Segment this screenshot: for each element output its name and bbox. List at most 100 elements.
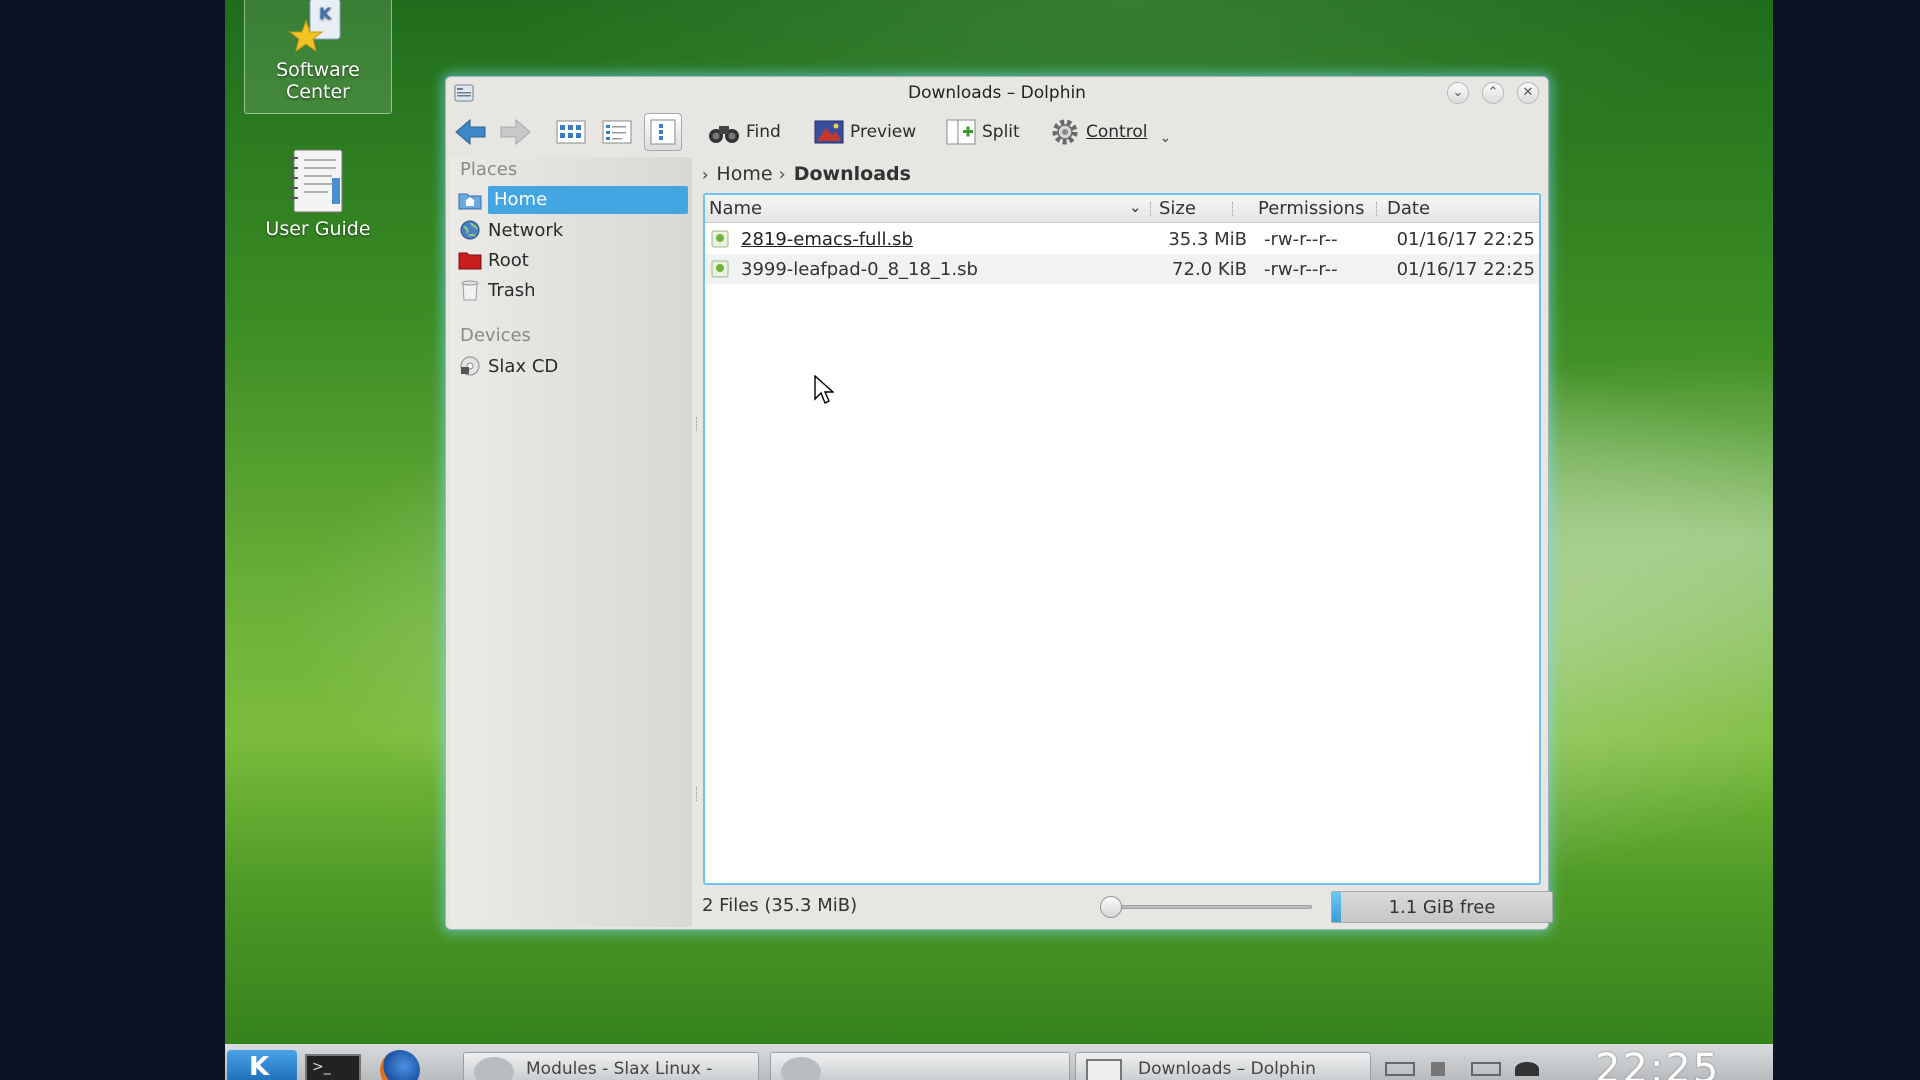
file-date: 01/16/17 22:25	[1396, 229, 1535, 250]
file-name[interactable]: 2819-emacs-full.sb	[741, 229, 913, 250]
table-row[interactable]: 3999-leafpad-0_8_18_1.sb 72.0 KiB -rw-r-…	[705, 254, 1539, 284]
forward-button[interactable]	[498, 117, 532, 147]
desktop: K Software Center User Guide Downloads –…	[225, 0, 1773, 1080]
mouse-cursor-icon	[814, 374, 835, 409]
svg-text:K: K	[319, 4, 332, 23]
split-button[interactable]: Split	[946, 115, 1020, 149]
terminal-launcher[interactable]: >_	[305, 1054, 361, 1080]
user-guide-icon	[288, 148, 348, 214]
dolphin-window: Downloads – Dolphin ⌄ ⌃ ✕ Find Preview S…	[445, 76, 1553, 930]
details-view-icon	[650, 119, 676, 145]
keyboard-icon[interactable]	[1385, 1062, 1415, 1076]
split-icon	[946, 119, 976, 145]
desktop-icon-user-guide[interactable]: User Guide	[244, 148, 392, 240]
control-label: Control	[1086, 122, 1148, 142]
taskbar-task-browser[interactable]	[770, 1052, 1070, 1080]
package-file-icon	[711, 260, 729, 283]
software-center-icon: K	[288, 0, 348, 55]
places-item-home[interactable]: Home	[458, 186, 688, 214]
firefox-launcher[interactable]	[380, 1050, 420, 1080]
split-label: Split	[982, 122, 1020, 142]
column-separator[interactable]	[1150, 202, 1152, 216]
column-separator[interactable]	[1376, 202, 1378, 216]
column-header-size[interactable]: Size	[1159, 198, 1196, 219]
devices-section-title: Devices	[460, 325, 531, 346]
user-guide-label: User Guide	[265, 218, 371, 240]
zoom-slider[interactable]	[1108, 905, 1312, 909]
file-name[interactable]: 3999-leafpad-0_8_18_1.sb	[741, 259, 978, 280]
sort-chevron-icon[interactable]: ⌄	[1129, 198, 1142, 216]
places-item-trash[interactable]: Trash	[458, 276, 688, 304]
zoom-slider-handle[interactable]	[1100, 896, 1122, 918]
breadcrumb-home[interactable]: Home	[716, 163, 772, 185]
places-item-root[interactable]: Root	[458, 246, 688, 274]
desktop-icon-software-center[interactable]: K Software Center	[244, 0, 392, 114]
forward-arrow-icon	[500, 118, 531, 146]
details-view-button[interactable]	[644, 113, 682, 151]
globe-icon	[781, 1057, 821, 1080]
column-header-permissions[interactable]: Permissions	[1258, 198, 1364, 219]
free-space-label: 1.1 GiB free	[1388, 897, 1496, 918]
system-tray	[1385, 1062, 1565, 1080]
back-button[interactable]	[454, 117, 488, 147]
chevron-down-icon: ⌄	[1452, 85, 1464, 100]
places-item-label: Root	[488, 249, 529, 271]
places-item-network[interactable]: Network	[458, 216, 688, 244]
panel-splitter[interactable]	[695, 327, 699, 827]
taskbar: K >_ Modules - Slax Linux - Downloads – …	[225, 1044, 1773, 1080]
icons-view-icon	[556, 120, 586, 144]
software-center-label-1: Software	[276, 59, 360, 81]
trash-icon	[458, 279, 482, 301]
compact-view-icon	[602, 120, 632, 144]
breadcrumb: › Home › Downloads	[702, 159, 911, 189]
preview-label: Preview	[850, 122, 917, 142]
file-date: 01/16/17 22:25	[1396, 259, 1535, 280]
task-label: Modules - Slax Linux -	[526, 1059, 713, 1079]
display-icon[interactable]	[1471, 1062, 1501, 1076]
minimize-button[interactable]: ⌄	[1447, 82, 1469, 104]
file-size: 72.0 KiB	[1172, 259, 1247, 280]
taskbar-task-modules[interactable]: Modules - Slax Linux -	[463, 1052, 759, 1080]
chevron-right-icon[interactable]: ›	[702, 165, 708, 184]
cdrom-icon	[458, 355, 482, 377]
preview-button[interactable]: Preview	[814, 115, 916, 149]
taskbar-task-dolphin[interactable]: Downloads – Dolphin	[1075, 1052, 1371, 1080]
kde-menu-button[interactable]: K	[227, 1050, 297, 1080]
places-panel: Places Home Network Root Trash Devices S…	[450, 157, 692, 927]
chevron-down-icon: ⌄	[1159, 130, 1172, 146]
volume-icon[interactable]	[1431, 1062, 1457, 1076]
globe-icon	[474, 1057, 514, 1080]
network-icon[interactable]	[1515, 1062, 1539, 1076]
places-item-label: Slax CD	[488, 355, 559, 377]
table-row[interactable]: 2819-emacs-full.sb 35.3 MiB -rw-r--r-- 0…	[705, 224, 1539, 254]
column-header-name[interactable]: Name	[709, 198, 762, 219]
task-label: Downloads – Dolphin	[1138, 1059, 1316, 1079]
file-list-view[interactable]: Name ⌄ Size Permissions Date 2819-emacs-…	[703, 193, 1541, 885]
control-menu-button[interactable]: Control ⌄	[1050, 115, 1171, 149]
file-size: 35.3 MiB	[1168, 229, 1247, 250]
terminal-icon: >_	[312, 1059, 331, 1075]
column-separator[interactable]	[1232, 202, 1234, 216]
chevron-right-icon[interactable]: ›	[779, 164, 786, 185]
title-bar[interactable]: Downloads – Dolphin ⌄ ⌃ ✕	[446, 77, 1548, 107]
icons-view-button[interactable]	[552, 113, 590, 151]
maximize-button[interactable]: ⌃	[1482, 82, 1504, 104]
find-label: Find	[746, 122, 781, 142]
dolphin-window-icon	[1086, 1059, 1122, 1080]
devices-item-slax-cd[interactable]: Slax CD	[458, 352, 688, 380]
compact-view-button[interactable]	[598, 113, 636, 151]
back-arrow-icon	[455, 118, 486, 146]
places-item-label: Home	[488, 186, 688, 214]
kde-logo-icon: K	[249, 1052, 270, 1080]
preview-icon	[814, 120, 844, 144]
column-header-date[interactable]: Date	[1387, 198, 1430, 219]
breadcrumb-current[interactable]: Downloads	[794, 163, 911, 185]
column-header: Name ⌄ Size Permissions Date	[705, 195, 1539, 223]
clock[interactable]: 22:25	[1595, 1046, 1720, 1080]
find-button[interactable]: Find	[708, 115, 781, 149]
toolbar: Find Preview Split Control ⌄	[446, 111, 1548, 155]
status-summary: 2 Files (35.3 MiB)	[702, 895, 858, 916]
chevron-up-icon: ⌃	[1487, 85, 1499, 100]
close-button[interactable]: ✕	[1517, 82, 1539, 104]
status-bar: 2 Files (35.3 MiB) 1.1 GiB free	[702, 889, 1553, 923]
